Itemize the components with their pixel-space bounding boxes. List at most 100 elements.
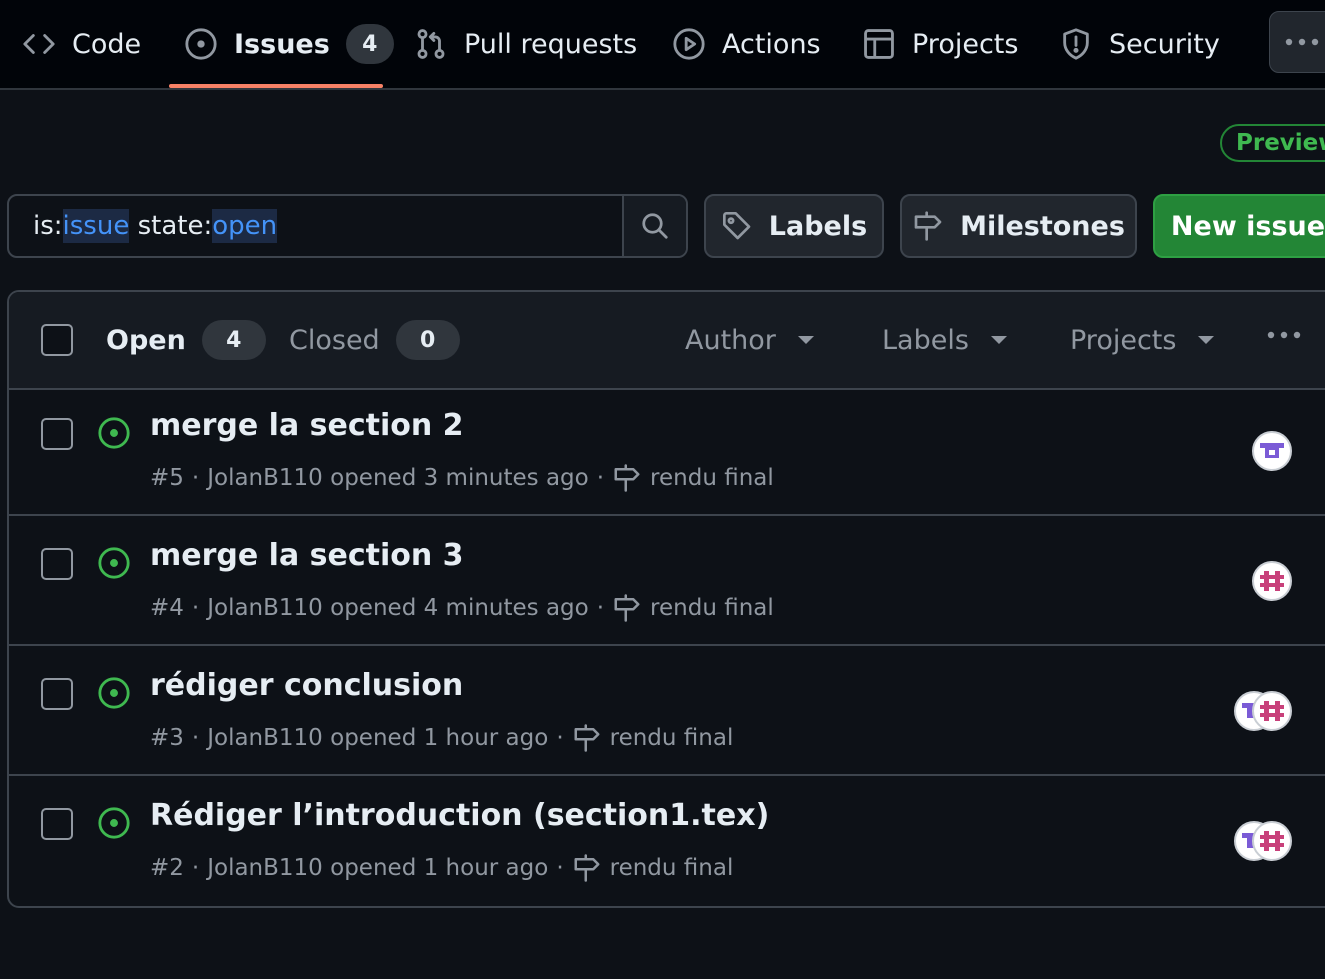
tab-code[interactable]: Code [22, 0, 141, 88]
issue-opened-icon [97, 806, 131, 840]
labels-button[interactable]: Labels [704, 194, 884, 258]
open-issues-tab[interactable]: Open 4 [106, 320, 266, 360]
issue-author[interactable]: JolanB110 [207, 465, 323, 491]
issue-author[interactable]: JolanB110 [207, 595, 323, 621]
issue-title[interactable]: merge la section 2 [150, 408, 464, 443]
issue-meta: #3 · JolanB110 opened 1 hour ago · rendu f… [150, 723, 734, 753]
issue-checkbox[interactable] [41, 808, 73, 840]
issue-opened-time: opened 3 minutes ago [330, 465, 589, 491]
issue-opened-icon [97, 676, 131, 710]
kebab-horizontal-icon [1266, 330, 1302, 340]
milestone-label: rendu final [609, 855, 734, 881]
issues-list: Open 4 Closed 0 Author Labels Projects m… [7, 290, 1325, 908]
pink-identicon [1254, 563, 1290, 599]
issue-milestone[interactable]: rendu final [572, 723, 734, 753]
issues-list-header: Open 4 Closed 0 Author Labels Projects [9, 292, 1325, 390]
tab-label: Projects [912, 28, 1019, 60]
issue-author[interactable]: JolanB110 [207, 725, 323, 751]
issue-meta: #2 · JolanB110 opened 1 hour ago · rendu f… [150, 853, 734, 883]
milestone-icon [912, 210, 944, 242]
projects-filter[interactable]: Projects [1070, 320, 1215, 360]
issue-checkbox[interactable] [41, 418, 73, 450]
shield-icon [1059, 27, 1093, 61]
issue-opened-time: opened 4 minutes ago [330, 595, 589, 621]
open-count: 4 [201, 320, 266, 360]
assignee-avatar[interactable] [1252, 561, 1292, 601]
triangle-down-icon [1198, 336, 1215, 344]
tab-label: Actions [722, 28, 821, 60]
tab-label: Code [72, 28, 142, 60]
repo-nav: Code Issues 4 Pull requests Actions Proj… [0, 0, 1325, 90]
milestone-label: rendu final [650, 595, 774, 621]
issue-checkbox[interactable] [41, 678, 73, 710]
issue-title[interactable]: Rédiger l’introduction (section1.tex) [150, 798, 769, 833]
pink-identicon [1254, 823, 1290, 859]
code-icon [22, 27, 56, 61]
search-token-value: open [212, 209, 278, 243]
issue-title[interactable]: merge la section 3 [150, 538, 464, 573]
issue-meta: #4 · JolanB110 opened 4 minutes ago · rend… [150, 593, 774, 623]
issue-opened-time: opened 1 hour ago [330, 855, 549, 881]
search-token-key: is: [33, 211, 63, 241]
issue-row[interactable]: Rédiger l’introduction (section1.tex) #2… [9, 778, 1325, 906]
issue-milestone[interactable]: rendu final [612, 593, 774, 623]
assignee-avatar[interactable] [1252, 691, 1292, 731]
tab-security[interactable]: Security [1059, 0, 1220, 88]
new-issue-button-label: New issue [1170, 210, 1325, 242]
issue-author[interactable]: JolanB110 [207, 855, 323, 881]
tab-projects[interactable]: Projects [862, 0, 1018, 88]
closed-count: 0 [395, 320, 460, 360]
tab-actions[interactable]: Actions [672, 0, 821, 88]
milestone-icon [572, 853, 602, 883]
filter-label: Labels [882, 324, 969, 356]
tab-label: Issues [234, 28, 330, 60]
search-icon [640, 211, 670, 241]
select-all-checkbox[interactable] [41, 324, 73, 356]
author-filter[interactable]: Author [685, 320, 814, 360]
milestones-button[interactable]: Milestones [900, 194, 1137, 258]
issues-counter: 4 [345, 24, 394, 64]
issue-title[interactable]: rédiger conclusion [150, 668, 463, 703]
issue-number: #5 [150, 465, 184, 491]
play-icon [672, 27, 706, 61]
git-pull-request-icon [414, 27, 448, 61]
nav-overflow-button[interactable] [1269, 11, 1325, 73]
assignee-avatar[interactable] [1252, 431, 1292, 471]
filter-label: Projects [1070, 324, 1177, 356]
open-label: Open [106, 324, 186, 356]
issue-milestone[interactable]: rendu final [612, 463, 774, 493]
list-options-button[interactable] [1266, 330, 1302, 340]
closed-issues-tab[interactable]: Closed 0 [289, 320, 460, 360]
search-button[interactable] [622, 196, 686, 256]
purple-identicon [1254, 433, 1290, 469]
issue-number: #3 [150, 725, 184, 751]
milestone-icon [612, 463, 642, 493]
preview-badge[interactable]: Preview [1220, 124, 1325, 162]
issue-opened-icon [97, 546, 131, 580]
milestone-label: rendu final [650, 465, 774, 491]
triangle-down-icon [990, 336, 1007, 344]
filter-label: Author [685, 324, 776, 356]
labels-filter[interactable]: Labels [882, 320, 1007, 360]
issue-opened-icon [97, 416, 131, 450]
tag-icon [721, 210, 753, 242]
labels-button-label: Labels [768, 210, 868, 242]
issue-milestone[interactable]: rendu final [572, 853, 734, 883]
issue-search-input[interactable]: is: issue state: open [7, 194, 688, 258]
milestone-label: rendu final [609, 725, 734, 751]
triangle-down-icon [797, 336, 814, 344]
assignee-avatar[interactable] [1252, 821, 1292, 861]
issue-checkbox[interactable] [41, 548, 73, 580]
selected-tab-underline [169, 84, 383, 88]
pink-identicon [1254, 693, 1290, 729]
issue-opened-time: opened 1 hour ago [330, 725, 549, 751]
issue-row[interactable]: merge la section 2 #5 · JolanB110 opened … [9, 388, 1325, 516]
tab-pull-requests[interactable]: Pull requests [414, 0, 637, 88]
tab-issues[interactable]: Issues 4 [184, 0, 394, 88]
issue-row[interactable]: rédiger conclusion #3 · JolanB110 opened … [9, 648, 1325, 776]
milestones-button-label: Milestones [960, 210, 1125, 242]
search-token-key: state: [137, 211, 213, 241]
issue-row[interactable]: merge la section 3 #4 · JolanB110 opened … [9, 518, 1325, 646]
milestone-icon [612, 593, 642, 623]
new-issue-button[interactable]: New issue [1153, 194, 1325, 258]
